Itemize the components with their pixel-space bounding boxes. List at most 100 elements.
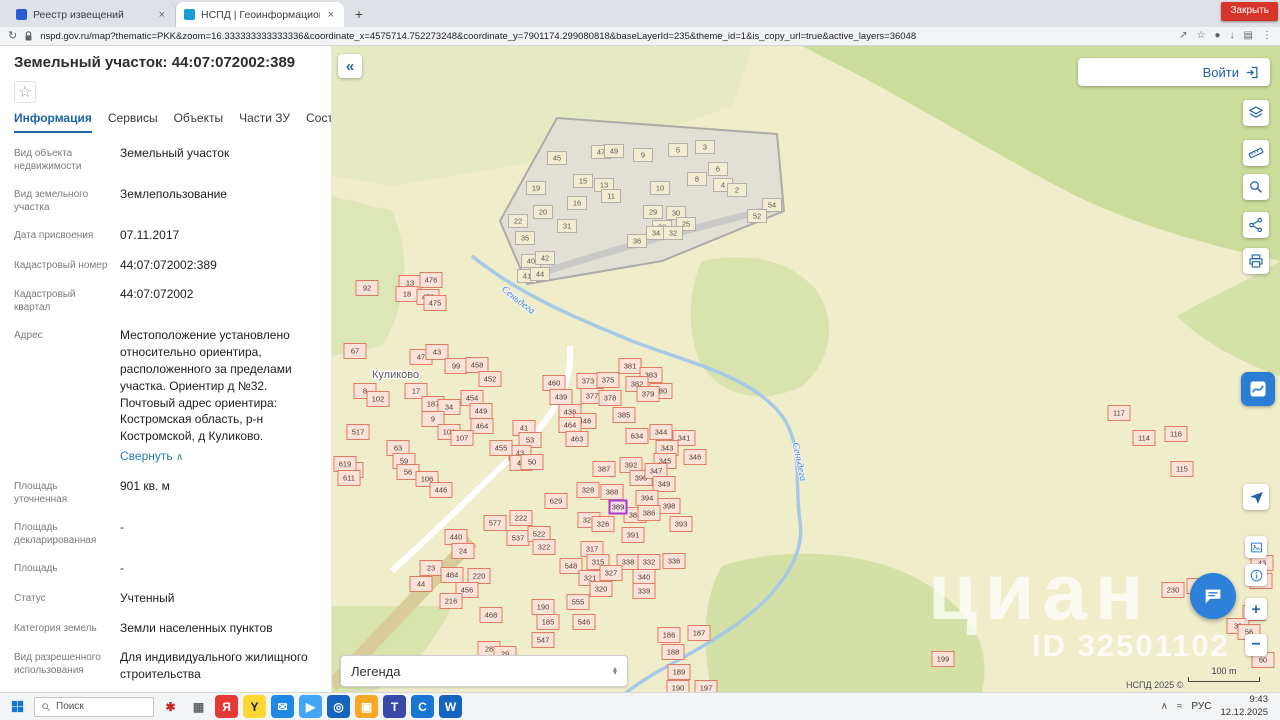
- map-parcel[interactable]: 49: [605, 145, 624, 158]
- map-parcel[interactable]: 117: [1108, 406, 1130, 421]
- map-parcel[interactable]: 388: [601, 485, 623, 500]
- map-parcel[interactable]: 5: [669, 144, 688, 157]
- map-parcel[interactable]: 391: [622, 528, 644, 543]
- map-parcel[interactable]: 484: [441, 568, 463, 583]
- map-parcel[interactable]: 230: [1162, 583, 1184, 598]
- zoom-out-button[interactable]: −: [1245, 634, 1267, 656]
- map-parcel[interactable]: 452: [479, 372, 501, 387]
- chat-button[interactable]: [1190, 573, 1236, 619]
- map-parcel[interactable]: 18: [396, 287, 418, 302]
- start-button[interactable]: [6, 695, 29, 718]
- map-parcel[interactable]: 460: [543, 376, 565, 391]
- map-parcel[interactable]: 386: [638, 506, 660, 521]
- panel-tab[interactable]: Сервисы: [108, 111, 158, 133]
- map-parcel[interactable]: 547: [532, 633, 554, 648]
- consultant-icon[interactable]: C: [411, 695, 434, 718]
- map-parcel[interactable]: 34: [647, 227, 666, 240]
- print-button[interactable]: [1243, 248, 1269, 274]
- map-parcel[interactable]: 629: [545, 494, 567, 509]
- map-parcel[interactable]: 2: [728, 184, 747, 197]
- share-map-button[interactable]: [1243, 212, 1269, 238]
- tray-chevron-icon[interactable]: ∧: [1161, 701, 1168, 712]
- map-parcel[interactable]: 116: [1165, 427, 1187, 442]
- profile-icon[interactable]: ●: [1215, 31, 1221, 41]
- map-parcel[interactable]: 326: [592, 517, 614, 532]
- close-annotation-button[interactable]: Закрыть: [1221, 2, 1278, 21]
- map-parcel[interactable]: 36: [628, 235, 647, 248]
- map-parcel[interactable]: 332: [638, 555, 660, 570]
- map-parcel[interactable]: 9: [634, 149, 653, 162]
- map-parcel[interactable]: 23: [420, 561, 442, 576]
- map-parcel[interactable]: 10: [651, 182, 670, 195]
- tab-close-icon[interactable]: ×: [157, 9, 167, 21]
- map-parcel[interactable]: 22: [509, 215, 528, 228]
- map-parcel[interactable]: 44: [531, 268, 550, 281]
- map-parcel[interactable]: 393: [670, 517, 692, 532]
- map-parcel[interactable]: 199: [932, 652, 954, 667]
- map-parcel[interactable]: 555: [567, 595, 589, 610]
- map-parcel[interactable]: 50: [521, 455, 543, 470]
- map-parcel[interactable]: 185: [537, 615, 559, 630]
- map-parcel[interactable]: 31: [558, 220, 577, 233]
- browser-tab[interactable]: НСПД | Геоинформационный п×: [176, 2, 344, 27]
- map-parcel[interactable]: 475: [424, 296, 446, 311]
- map-parcel[interactable]: 381: [619, 359, 641, 374]
- map-parcel[interactable]: 373: [577, 374, 599, 389]
- map-parcel[interactable]: 611: [338, 471, 360, 486]
- map-parcel[interactable]: 220: [468, 569, 490, 584]
- reload-icon[interactable]: ↻: [8, 31, 17, 42]
- tab-close-icon[interactable]: ×: [326, 9, 336, 21]
- map-parcel[interactable]: 349: [653, 477, 675, 492]
- explorer-folder-icon[interactable]: ▣: [355, 695, 378, 718]
- map-parcel[interactable]: 398: [658, 499, 680, 514]
- clock[interactable]: 9:43 12.12.2025: [1220, 694, 1274, 719]
- panel-tab[interactable]: Части ЗУ: [239, 111, 290, 133]
- mail-icon[interactable]: ✉: [271, 695, 294, 718]
- map-parcel[interactable]: 379: [637, 387, 659, 402]
- map-parcel[interactable]: 20: [534, 206, 553, 219]
- url-omnibox[interactable]: nspd.gov.ru/map?thematic=PKK&zoom=16.333…: [40, 31, 1172, 42]
- map-parcel[interactable]: 468: [480, 608, 502, 623]
- map-parcel[interactable]: 43: [426, 345, 448, 360]
- digital-platform-widget[interactable]: [1241, 372, 1275, 406]
- map-parcel[interactable]: 517: [347, 425, 369, 440]
- panel-tab[interactable]: Соста: [306, 111, 332, 133]
- browser-tab[interactable]: Реестр извещений×: [8, 2, 176, 27]
- map-parcel[interactable]: 3: [696, 141, 715, 154]
- layers-button[interactable]: [1243, 100, 1269, 126]
- map-parcel[interactable]: 114: [1133, 431, 1155, 446]
- browser-icon[interactable]: ◎: [327, 695, 350, 718]
- map-parcel[interactable]: 115: [1171, 462, 1193, 477]
- language-indicator[interactable]: РУС: [1191, 701, 1211, 712]
- map-parcel[interactable]: 190: [667, 681, 689, 693]
- taskbar-search[interactable]: Поиск: [34, 697, 154, 717]
- legend-dropdown[interactable]: Легенда ▴▾: [340, 655, 628, 687]
- map-parcel[interactable]: 339: [633, 584, 655, 599]
- map-parcel[interactable]: 222: [510, 511, 532, 526]
- map-parcel[interactable]: 463: [566, 432, 588, 447]
- map-parcel[interactable]: 35: [516, 232, 535, 245]
- map-parcel[interactable]: 322: [533, 540, 555, 555]
- download-icon[interactable]: ↓: [1230, 31, 1235, 41]
- map-parcel[interactable]: 476: [420, 273, 442, 288]
- map-parcel[interactable]: 577: [484, 516, 506, 531]
- map-parcel[interactable]: 29: [644, 206, 663, 219]
- map-parcel[interactable]: 107: [451, 431, 473, 446]
- map-parcel[interactable]: 11: [602, 190, 621, 203]
- map-parcel[interactable]: 187: [688, 626, 710, 641]
- map-parcel[interactable]: 197: [695, 681, 717, 693]
- menu-kebab-icon[interactable]: ⋮: [1262, 31, 1272, 41]
- map-parcel[interactable]: 42: [536, 252, 555, 265]
- map-parcel-selected[interactable]: 389: [610, 501, 627, 514]
- map-parcel[interactable]: 328: [577, 483, 599, 498]
- map-parcel[interactable]: 92: [356, 281, 378, 296]
- map-parcel[interactable]: 44: [410, 577, 432, 592]
- zoom-in-button[interactable]: +: [1245, 598, 1267, 620]
- info-button[interactable]: [1245, 564, 1267, 586]
- map-parcel[interactable]: 378: [599, 391, 621, 406]
- map-parcel[interactable]: 45: [548, 152, 567, 165]
- telegram-icon[interactable]: ▶: [299, 695, 322, 718]
- map-parcel[interactable]: 464: [559, 418, 581, 433]
- collapse-link[interactable]: Свернуть ∧: [120, 448, 183, 465]
- locate-button[interactable]: [1243, 484, 1269, 510]
